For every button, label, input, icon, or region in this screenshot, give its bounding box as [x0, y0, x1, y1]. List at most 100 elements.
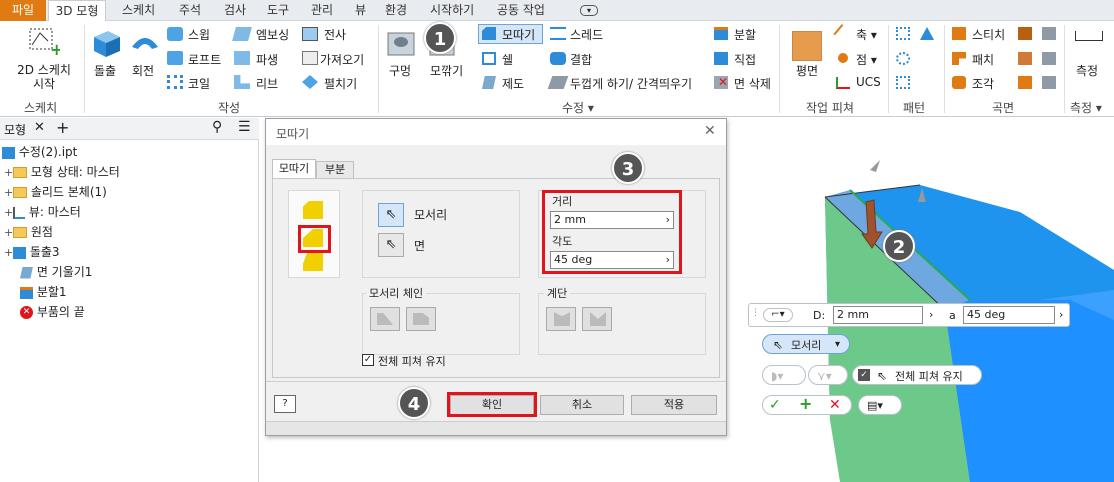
mini-distance-input[interactable]: 2 mm: [833, 306, 923, 324]
sketch-icon[interactable]: +: [26, 25, 60, 55]
cancel-x-icon[interactable]: ✕: [829, 396, 841, 414]
hole-button[interactable]: 구멍: [389, 62, 411, 79]
rectangular-pattern-icon[interactable]: [896, 27, 910, 40]
fillet-button[interactable]: 모깎기: [430, 62, 463, 79]
plane-button[interactable]: 평면: [796, 62, 818, 79]
unwrap-button[interactable]: 펼치기: [324, 75, 357, 92]
edges-select-button[interactable]: ⇖: [378, 203, 404, 227]
tab-view[interactable]: 뷰: [355, 0, 366, 21]
mini-angle-input[interactable]: 45 deg: [963, 306, 1055, 324]
fit-mesh-icon[interactable]: [1042, 76, 1056, 89]
mini-preserve-toggle[interactable]: ✓ ⇖ 전체 피쳐 유지: [852, 365, 982, 385]
add-tab-icon[interactable]: +: [56, 118, 69, 137]
ribbon-toggle-icon[interactable]: ▾: [580, 5, 598, 16]
rib-button[interactable]: 리브: [256, 75, 278, 92]
derive-button[interactable]: 파생: [256, 51, 278, 68]
start-2d-sketch-button[interactable]: 2D 스케치 시작: [14, 63, 74, 91]
emboss-button[interactable]: 엠보싱: [256, 26, 289, 43]
tab-environments[interactable]: 환경: [385, 0, 407, 21]
chain-single-edge-button[interactable]: [406, 307, 436, 331]
sculpt-button[interactable]: 조각: [972, 75, 994, 92]
tree-item-part[interactable]: 수정(2).ipt: [2, 142, 77, 162]
decal-button[interactable]: 전사: [324, 26, 346, 43]
mini-chain-dropdown[interactable]: ◗▾: [762, 365, 806, 385]
chevron-down-icon[interactable]: ▾: [835, 336, 840, 354]
axis-button[interactable]: 축 ▾: [856, 26, 877, 43]
mini-edges-button[interactable]: ⇖ 모서리 ▾: [762, 334, 850, 354]
sweep-button[interactable]: 스윕: [188, 26, 210, 43]
delete-surface-icon[interactable]: [1042, 52, 1056, 65]
tree-item-model-state[interactable]: + 모형 상태: 마스터: [4, 162, 120, 182]
tab-manage[interactable]: 관리: [311, 0, 333, 21]
split-button[interactable]: 분할: [734, 26, 756, 43]
tab-collaborate[interactable]: 공동 작업: [497, 0, 545, 21]
tab-inspect[interactable]: 검사: [224, 0, 246, 21]
tree-item-view[interactable]: + 뷰: 마스터: [4, 202, 81, 222]
tab-annotate[interactable]: 주석: [179, 0, 201, 21]
checkbox-icon[interactable]: ✓: [858, 369, 870, 381]
help-icon[interactable]: ?: [274, 395, 296, 413]
tab-3d-model[interactable]: 3D 모형: [48, 0, 106, 22]
revolve-button[interactable]: 회전: [132, 62, 154, 79]
hole-icon[interactable]: [385, 27, 417, 59]
draft-button[interactable]: 제도: [502, 75, 524, 92]
plane-icon[interactable]: [792, 31, 822, 61]
expand-icon[interactable]: +: [4, 203, 13, 223]
close-icon[interactable]: ✕: [34, 120, 45, 135]
coil-button[interactable]: 코일: [188, 75, 210, 92]
cancel-button[interactable]: 취소: [540, 395, 624, 415]
extend-icon[interactable]: [1042, 27, 1056, 40]
chamfer-button[interactable]: 모따기: [502, 26, 535, 43]
tree-item-origin[interactable]: + 원점: [4, 222, 53, 242]
tree-item-end-of-part[interactable]: ✕ 부품의 끝: [20, 302, 85, 322]
patch-button[interactable]: 패치: [972, 51, 994, 68]
faces-select-button[interactable]: ⇖: [378, 233, 404, 257]
chevron-right-icon[interactable]: ›: [929, 308, 933, 321]
measure-button[interactable]: 측정: [1076, 62, 1098, 79]
close-icon[interactable]: ✕: [704, 123, 716, 139]
search-icon[interactable]: ⚲: [212, 119, 222, 135]
direct-edit-button[interactable]: 직접: [734, 51, 756, 68]
tree-item-face-draft[interactable]: 면 기울기1: [20, 262, 92, 282]
shell-button[interactable]: 쉘: [502, 51, 513, 68]
mini-setback-dropdown[interactable]: ⋎▾: [808, 365, 848, 385]
apply-plus-icon[interactable]: +: [799, 395, 812, 413]
group-label-modify[interactable]: 수정 ▾: [562, 99, 594, 116]
repair-icon[interactable]: [1018, 76, 1032, 89]
point-button[interactable]: 점 ▾: [856, 51, 877, 68]
tab-tools[interactable]: 도구: [267, 0, 289, 21]
ok-check-icon[interactable]: ✓: [769, 396, 781, 414]
extrude-icon[interactable]: [90, 27, 124, 59]
stitch-button[interactable]: 스티치: [972, 26, 1005, 43]
setback-option-2-button[interactable]: [582, 307, 612, 331]
trim-icon[interactable]: [1018, 27, 1032, 40]
sketch-pattern-icon[interactable]: [896, 76, 910, 89]
expand-icon[interactable]: +: [4, 183, 13, 203]
tab-chamfer[interactable]: 모따기: [272, 159, 316, 179]
chevron-right-icon[interactable]: ›: [1059, 308, 1063, 321]
menu-icon[interactable]: ☰: [238, 119, 251, 135]
setback-option-1-button[interactable]: [546, 307, 576, 331]
expand-icon[interactable]: +: [4, 243, 13, 263]
loft-button[interactable]: 로프트: [188, 51, 221, 68]
replace-face-icon[interactable]: [1018, 52, 1032, 65]
mini-options-dropdown[interactable]: ▤▾: [858, 395, 902, 415]
extrude-button[interactable]: 돌출: [94, 62, 116, 79]
preserve-all-features-checkbox[interactable]: ✓: [362, 354, 374, 366]
browser-tab-model[interactable]: 모형: [4, 121, 26, 138]
tree-item-split[interactable]: 분할1: [20, 282, 67, 302]
circular-pattern-icon[interactable]: [896, 52, 910, 65]
grip-icon[interactable]: ⋮: [751, 308, 760, 318]
import-button[interactable]: 가져오기: [320, 51, 364, 68]
expand-icon[interactable]: +: [4, 163, 13, 183]
ucs-button[interactable]: UCS: [856, 75, 881, 89]
tab-sketch[interactable]: 스케치: [122, 0, 155, 21]
tree-item-extrude[interactable]: + 돌출3: [4, 242, 60, 262]
thicken-offset-button[interactable]: 두껍게 하기/ 간격띄우기: [570, 75, 692, 92]
chain-all-edges-button[interactable]: [370, 307, 400, 331]
mirror-icon[interactable]: [920, 27, 934, 40]
expand-icon[interactable]: +: [4, 223, 13, 243]
apply-button[interactable]: 적용: [631, 395, 717, 415]
thread-button[interactable]: 스레드: [570, 26, 603, 43]
group-label-measure[interactable]: 측정 ▾: [1070, 99, 1102, 116]
